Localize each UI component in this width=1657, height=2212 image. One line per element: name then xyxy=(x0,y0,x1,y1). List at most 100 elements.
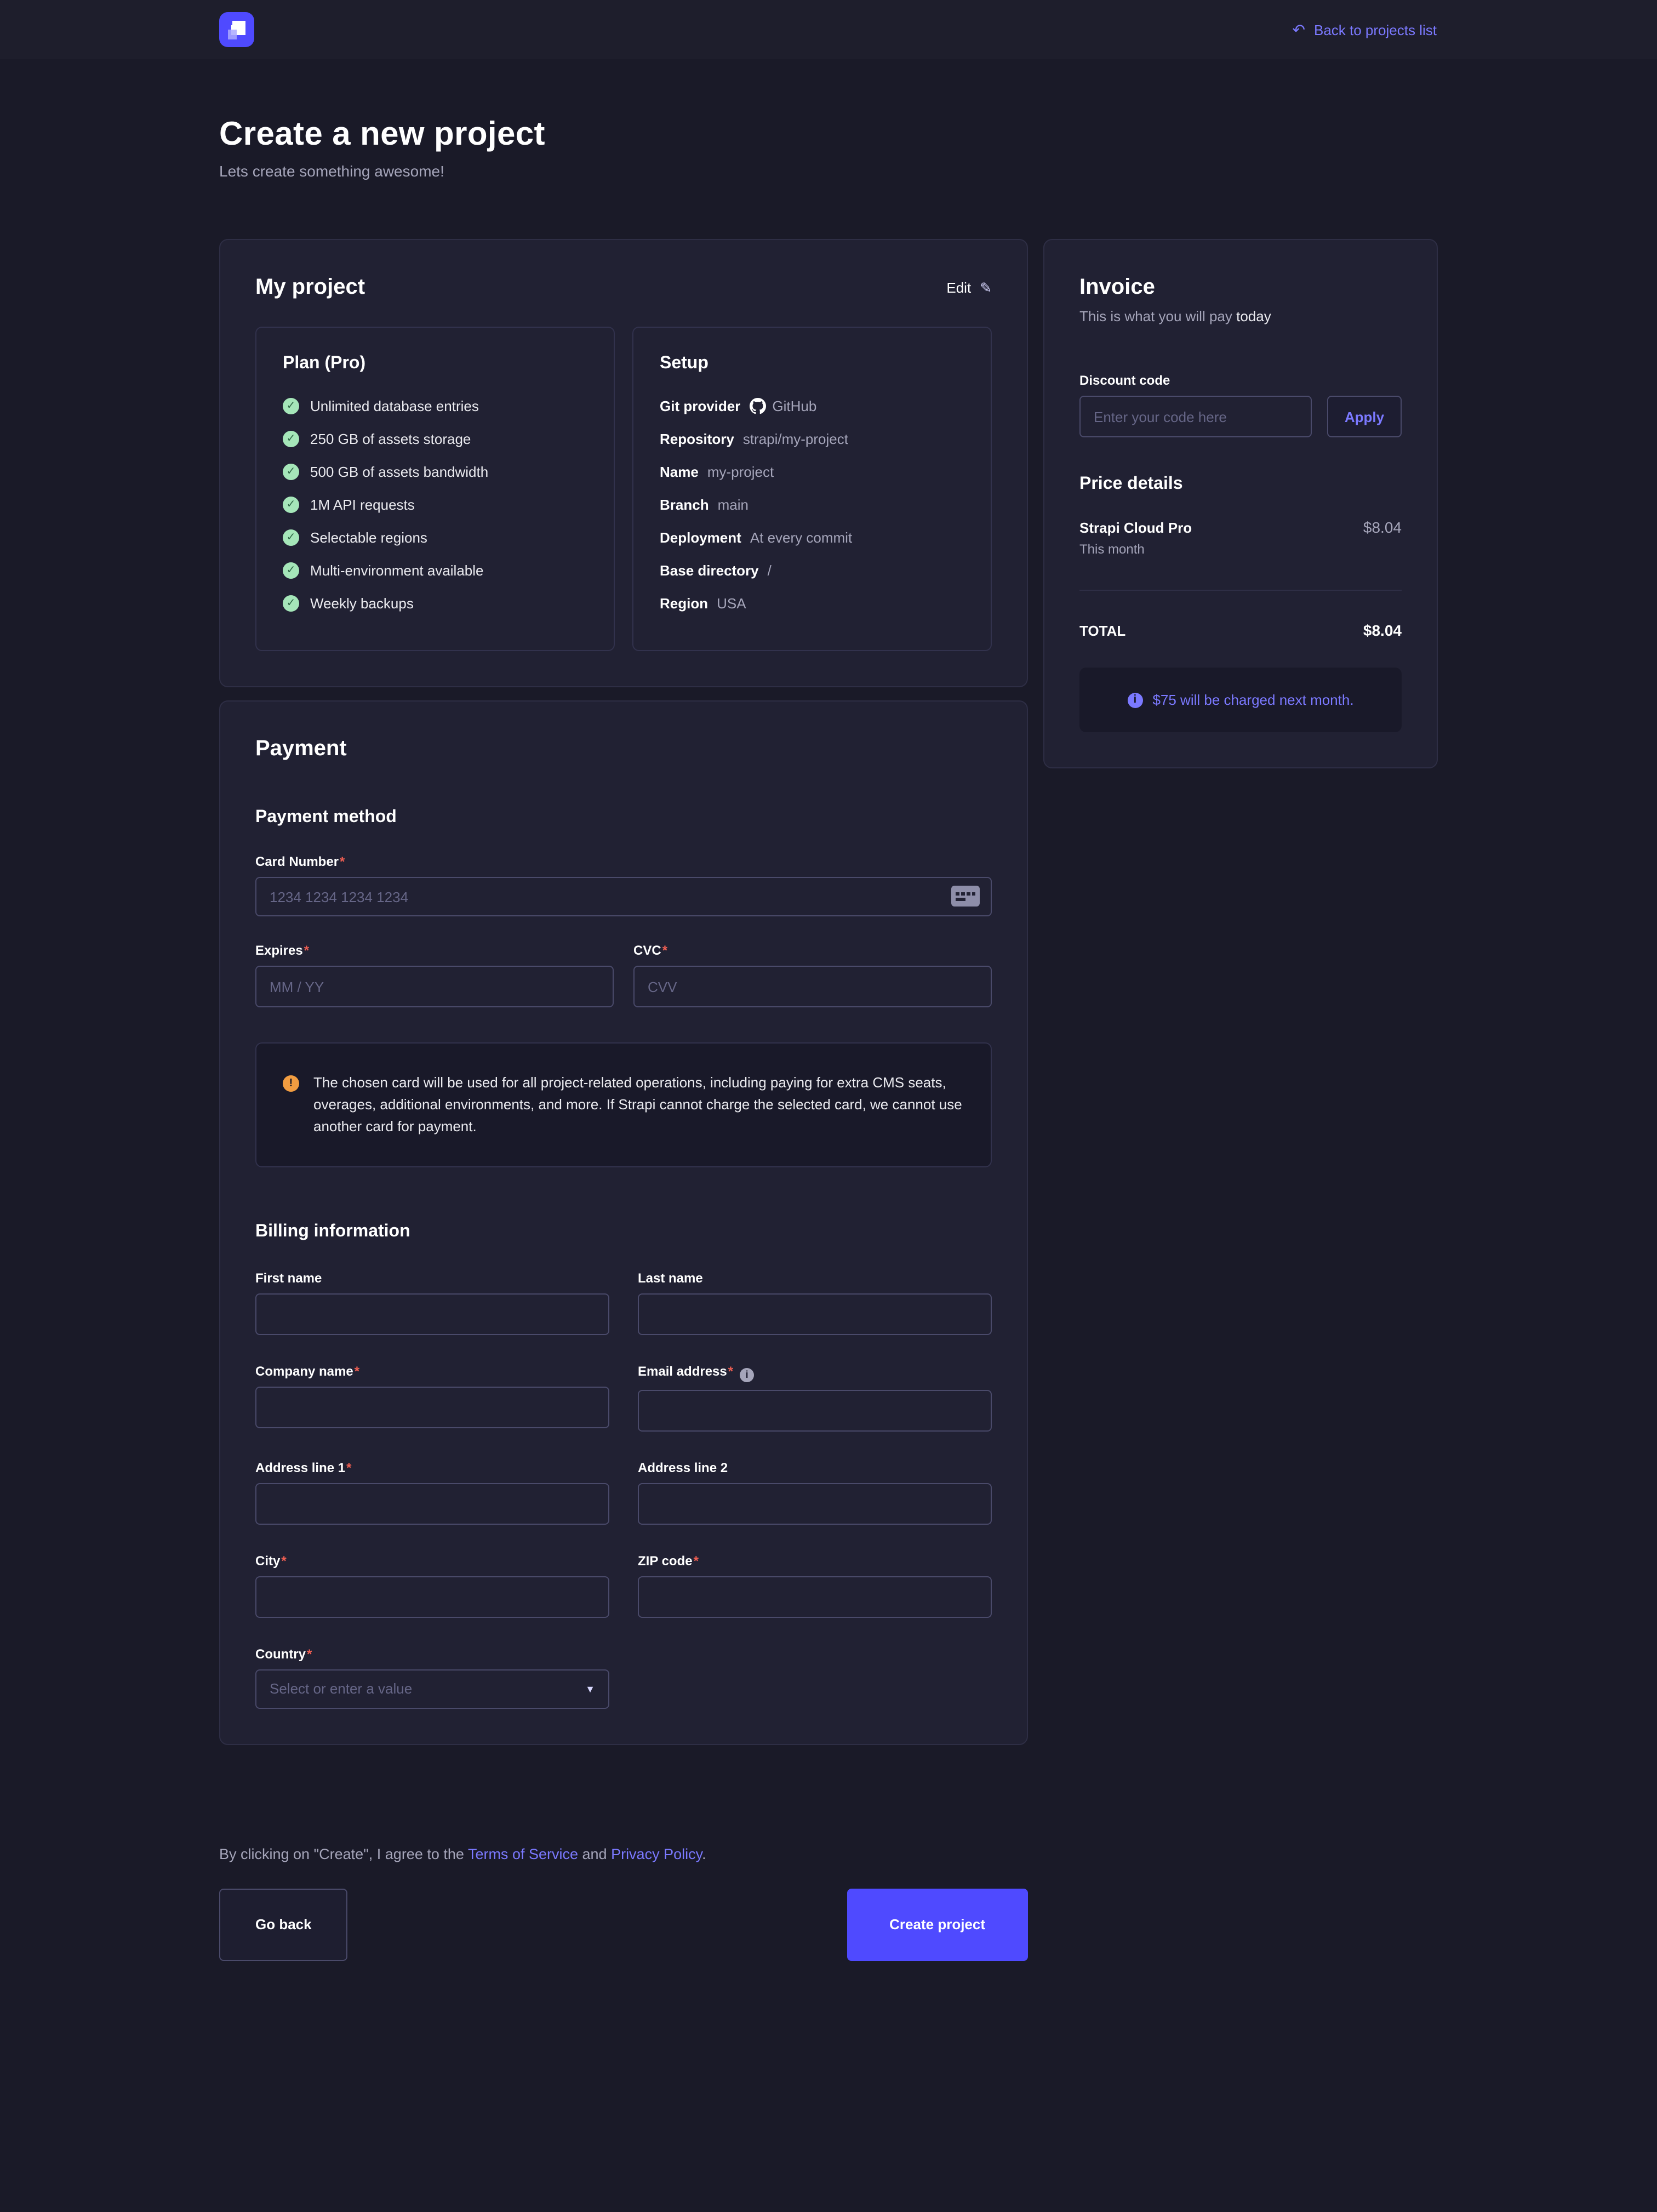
setup-row-region: Region USA xyxy=(660,595,964,612)
setup-title: Setup xyxy=(660,354,964,374)
email-label: Email address xyxy=(638,1364,727,1379)
info-icon: i xyxy=(1127,692,1142,708)
next-month-charge-text: $75 will be charged next month. xyxy=(1152,692,1353,708)
cvc-label: CVC xyxy=(633,943,661,958)
check-icon: ✓ xyxy=(283,529,299,546)
plan-title: Plan (Pro) xyxy=(283,354,587,374)
plan-feature: ✓500 GB of assets bandwidth xyxy=(283,464,587,480)
expires-field: Expires* xyxy=(255,943,614,1007)
invoice-title: Invoice xyxy=(1079,275,1402,300)
plan-feature: ✓Weekly backups xyxy=(283,595,587,612)
city-input[interactable] xyxy=(255,1576,609,1618)
warning-icon: ! xyxy=(283,1075,299,1092)
setup-box: Setup Git provider GitHub xyxy=(632,327,992,651)
company-name-input[interactable] xyxy=(255,1387,609,1429)
zip-code-input[interactable] xyxy=(638,1576,992,1618)
address-line-2-label: Address line 2 xyxy=(638,1460,728,1475)
main-content: Create a new project Lets create somethi… xyxy=(0,59,1657,2027)
company-name-field: Company name* xyxy=(255,1364,609,1432)
required-mark: * xyxy=(281,1553,286,1569)
total-amount: $8.04 xyxy=(1363,622,1402,639)
email-input[interactable] xyxy=(638,1390,992,1432)
setup-row-name: Name my-project xyxy=(660,464,964,480)
discount-code-input[interactable] xyxy=(1079,396,1312,437)
price-item-name: Strapi Cloud Pro xyxy=(1079,520,1192,536)
setup-row-deployment: Deployment At every commit xyxy=(660,529,964,546)
required-mark: * xyxy=(694,1553,699,1569)
address-line-1-field: Address line 1* xyxy=(255,1460,609,1525)
card-number-label: Card Number xyxy=(255,854,339,869)
plan-feature: ✓1M API requests xyxy=(283,497,587,513)
last-name-field: Last name xyxy=(638,1271,992,1336)
credit-card-icon xyxy=(951,886,980,907)
plan-feature: ✓Selectable regions xyxy=(283,529,587,546)
setup-row-base-directory: Base directory / xyxy=(660,562,964,579)
card-usage-notice: ! The chosen card will be used for all p… xyxy=(255,1042,992,1168)
zip-code-label: ZIP code xyxy=(638,1553,693,1569)
country-select[interactable]: Select or enter a value xyxy=(255,1669,609,1709)
project-card-title: My project xyxy=(255,275,365,300)
page-subtitle: Lets create something awesome! xyxy=(219,162,1438,180)
apply-discount-button[interactable]: Apply xyxy=(1327,396,1402,437)
pencil-icon: ✎ xyxy=(980,279,992,297)
page: ↶ Back to projects list Create a new pro… xyxy=(0,0,1657,2212)
card-number-input[interactable] xyxy=(255,877,992,916)
plan-feature: ✓250 GB of assets storage xyxy=(283,431,587,447)
price-item-amount: $8.04 xyxy=(1363,518,1402,536)
company-name-label: Company name xyxy=(255,1364,353,1379)
check-icon: ✓ xyxy=(283,497,299,513)
required-mark: * xyxy=(307,1646,312,1662)
address-line-1-label: Address line 1 xyxy=(255,1460,345,1475)
payment-method-title: Payment method xyxy=(255,808,992,828)
invoice-panel: Invoice This is what you will pay today … xyxy=(1043,239,1438,768)
top-bar: ↶ Back to projects list xyxy=(0,0,1657,59)
github-icon xyxy=(749,398,765,414)
terms-of-service-link[interactable]: Terms of Service xyxy=(468,1846,578,1862)
required-mark: * xyxy=(346,1460,351,1475)
total-row: TOTAL $8.04 xyxy=(1079,622,1402,639)
first-name-field: First name xyxy=(255,1271,609,1336)
discount-code-label: Discount code xyxy=(1079,373,1402,388)
invoice-subtitle: This is what you will pay today xyxy=(1079,308,1402,324)
first-name-label: First name xyxy=(255,1271,322,1286)
address-line-1-input[interactable] xyxy=(255,1483,609,1525)
total-label: TOTAL xyxy=(1079,623,1125,639)
first-name-input[interactable] xyxy=(255,1294,609,1336)
city-field: City* xyxy=(255,1553,609,1618)
plan-feature: ✓Multi-environment available xyxy=(283,562,587,579)
zip-code-field: ZIP code* xyxy=(638,1553,992,1618)
setup-row-git-provider: Git provider GitHub xyxy=(660,398,964,414)
address-line-2-input[interactable] xyxy=(638,1483,992,1525)
check-icon: ✓ xyxy=(283,431,299,447)
edit-project-button[interactable]: Edit ✎ xyxy=(946,279,992,297)
required-mark: * xyxy=(304,943,309,958)
go-back-button[interactable]: Go back xyxy=(219,1889,348,1961)
edit-button-label: Edit xyxy=(946,280,971,296)
check-icon: ✓ xyxy=(283,595,299,612)
email-field: Email address* i xyxy=(638,1364,992,1432)
payment-title: Payment xyxy=(255,737,992,762)
expires-input[interactable] xyxy=(255,966,614,1007)
strapi-logo-icon[interactable] xyxy=(219,12,254,47)
required-mark: * xyxy=(340,854,345,869)
next-month-charge-note: i $75 will be charged next month. xyxy=(1079,668,1402,732)
last-name-input[interactable] xyxy=(638,1294,992,1336)
create-project-button[interactable]: Create project xyxy=(847,1889,1028,1961)
back-arrow-icon: ↶ xyxy=(1293,22,1305,37)
price-divider xyxy=(1079,590,1402,591)
back-link-label: Back to projects list xyxy=(1314,21,1437,38)
page-title: Create a new project xyxy=(219,116,1438,153)
card-usage-notice-text: The chosen card will be used for all pro… xyxy=(313,1072,964,1138)
email-info-icon[interactable]: i xyxy=(740,1368,754,1382)
back-to-projects-link[interactable]: ↶ Back to projects list xyxy=(1293,21,1437,38)
privacy-policy-link[interactable]: Privacy Policy xyxy=(611,1846,702,1862)
last-name-label: Last name xyxy=(638,1271,703,1286)
required-mark: * xyxy=(662,943,667,958)
country-field: Country* Select or enter a value ▼ xyxy=(255,1646,609,1709)
project-summary-card: My project Edit ✎ Plan (Pro) ✓Unlimited … xyxy=(219,239,1028,687)
setup-row-branch: Branch main xyxy=(660,497,964,513)
required-mark: * xyxy=(728,1364,733,1379)
address-line-2-field: Address line 2 xyxy=(638,1460,992,1525)
cvc-input[interactable] xyxy=(633,966,992,1007)
card-number-field: Card Number* xyxy=(255,854,992,916)
